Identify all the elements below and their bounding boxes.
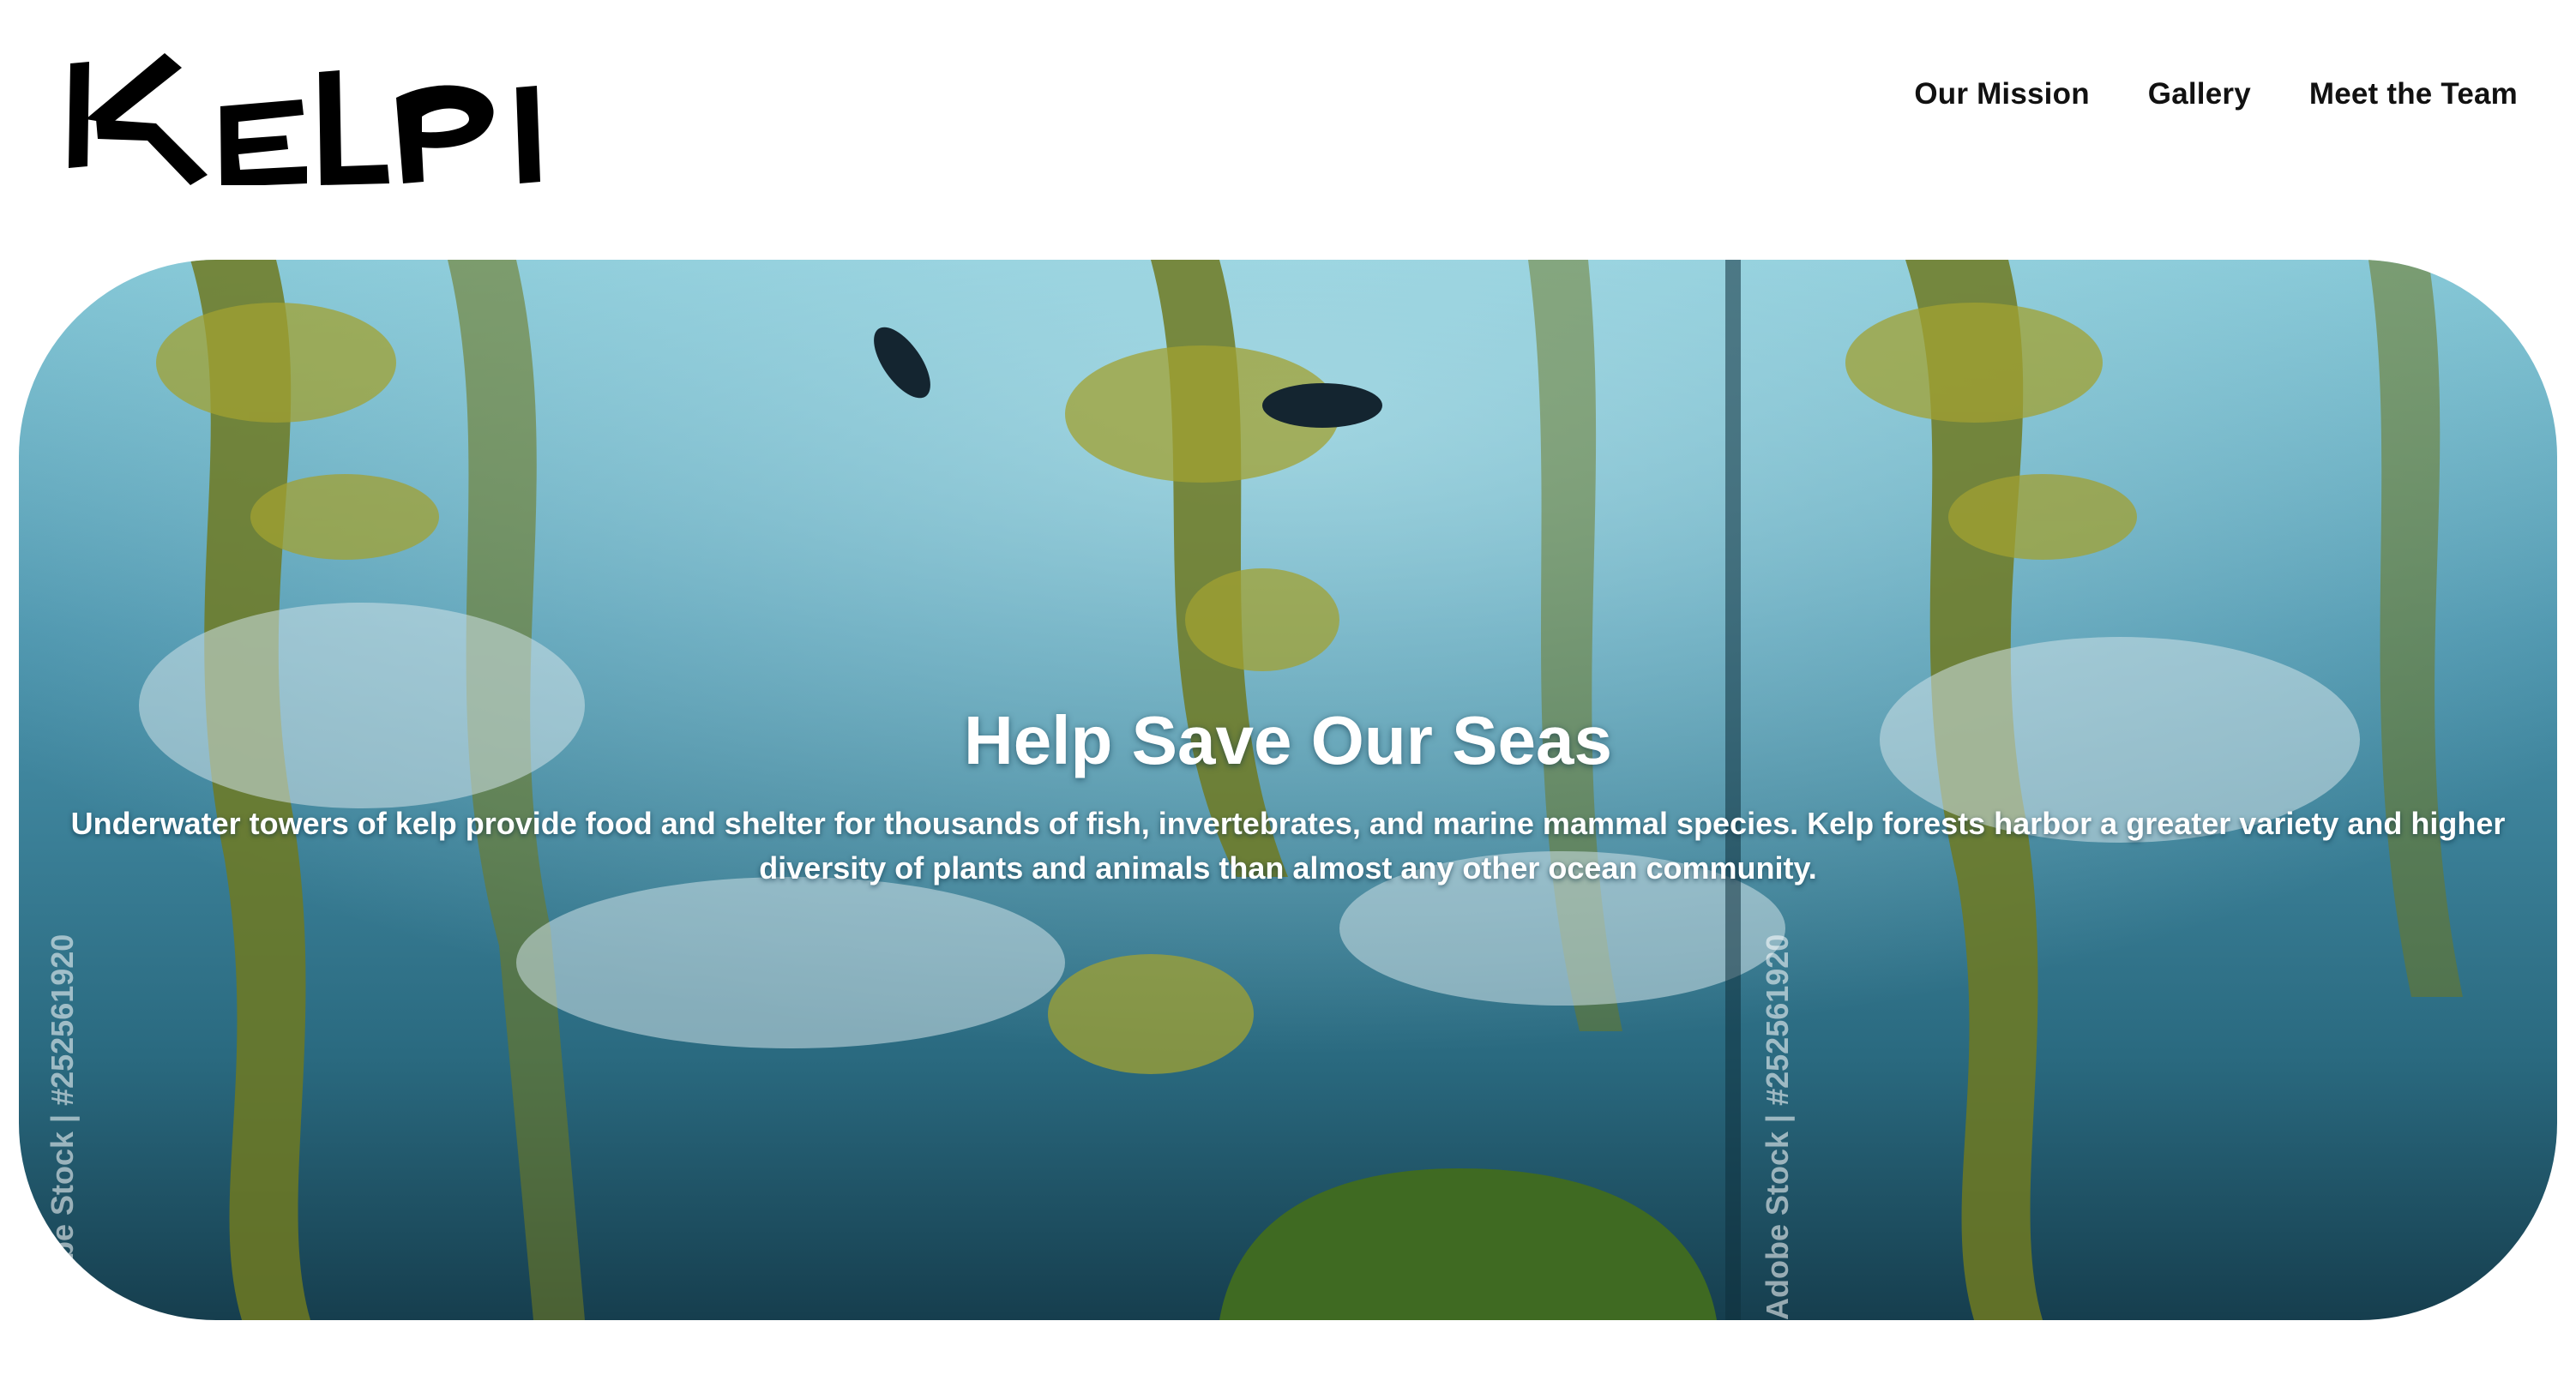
nav-meet-the-team[interactable]: Meet the Team: [2309, 77, 2518, 111]
nav-gallery[interactable]: Gallery: [2148, 77, 2251, 111]
hero-description: Underwater towers of kelp provide food a…: [70, 806, 2506, 886]
hero-title: Help Save Our Seas: [964, 702, 1612, 778]
kelp-forest-image: [19, 260, 2557, 1320]
stock-watermark-left: Adobe Stock | #252561920: [45, 934, 80, 1320]
hero-banner: Help Save Our Seas Underwater towers of …: [19, 260, 2557, 1320]
kelpi-logo[interactable]: [45, 38, 551, 185]
stock-watermark-right: Adobe Stock | #252561920: [1760, 934, 1795, 1320]
main-nav: Our Mission Gallery Meet the Team: [1914, 77, 2518, 111]
nav-our-mission[interactable]: Our Mission: [1914, 77, 2089, 111]
